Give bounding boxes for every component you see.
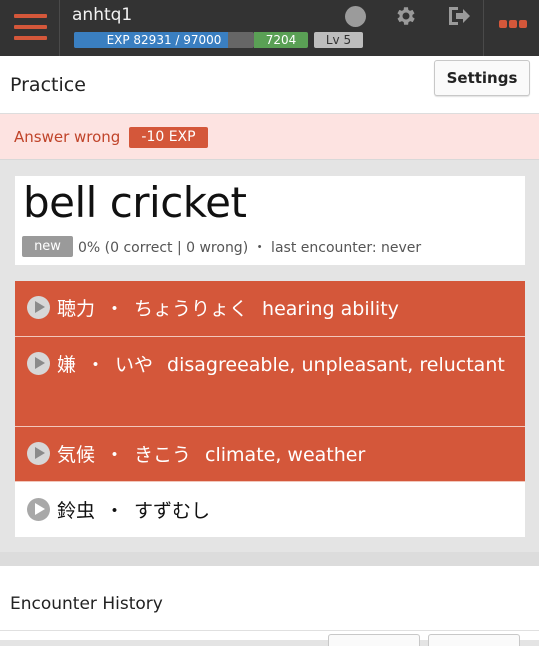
more-icon bbox=[499, 20, 507, 28]
answer-text: 気候・きこう climate, weather bbox=[57, 440, 365, 467]
history-control[interactable] bbox=[328, 634, 420, 646]
answer-kana: ちょうりょく bbox=[134, 298, 249, 320]
menu-icon-bar bbox=[14, 25, 47, 29]
answer-kana: きこう bbox=[134, 444, 192, 466]
word-title: bell cricket bbox=[23, 178, 247, 227]
gear-icon[interactable] bbox=[394, 4, 418, 28]
answer-option[interactable]: 聴力・ちょうりょく hearing ability bbox=[15, 281, 525, 337]
menu-icon-bar bbox=[14, 36, 47, 40]
encounter-history-section: Encounter History bbox=[0, 566, 539, 646]
more-icon-dot bbox=[519, 20, 527, 28]
answer-list: 聴力・ちょうりょく hearing ability 嫌・いや disagreeabl… bbox=[15, 281, 525, 537]
status-dot-icon[interactable] bbox=[345, 6, 366, 27]
answer-separator: ・ bbox=[86, 354, 106, 376]
play-audio-icon[interactable] bbox=[27, 442, 50, 465]
word-card: bell cricket new 0% (0 correct | 0 wrong… bbox=[15, 176, 525, 265]
status-badge: new bbox=[22, 236, 73, 257]
answer-kana: いや bbox=[115, 354, 154, 376]
answer-option[interactable]: 気候・きこう climate, weather bbox=[15, 427, 525, 482]
answer-text: 嫌・いや disagreeable, unpleasant, reluctant bbox=[57, 350, 505, 377]
history-control[interactable] bbox=[428, 634, 520, 646]
page-title: Practice bbox=[10, 74, 86, 96]
answer-option[interactable]: 嫌・いや disagreeable, unpleasant, reluctant bbox=[15, 337, 525, 427]
username[interactable]: anhtq1 bbox=[72, 5, 132, 25]
answer-text: 鈴虫・すずむし bbox=[57, 496, 224, 523]
answer-meaning: disagreeable, unpleasant, reluctant bbox=[167, 354, 505, 376]
answer-separator: ・ bbox=[105, 298, 125, 320]
answer-separator: ・ bbox=[105, 444, 125, 466]
exp-text: EXP 82931 / 97000 bbox=[106, 33, 222, 47]
section-divider bbox=[0, 552, 539, 566]
logout-icon[interactable] bbox=[447, 5, 471, 27]
answer-option-correct[interactable]: 鈴虫・すずむし bbox=[15, 482, 525, 537]
more-button[interactable] bbox=[483, 0, 539, 56]
play-audio-icon[interactable] bbox=[27, 498, 50, 521]
answer-kanji: 気候 bbox=[57, 444, 96, 466]
play-audio-icon[interactable] bbox=[27, 352, 50, 375]
settings-button[interactable]: Settings bbox=[434, 60, 530, 96]
answer-text: 聴力・ちょうりょく hearing ability bbox=[57, 294, 399, 321]
menu-icon bbox=[14, 14, 47, 18]
answer-meaning: climate, weather bbox=[205, 444, 366, 466]
answer-kanji: 聴力 bbox=[57, 298, 96, 320]
top-bar: anhtq1 EXP 82931 / 97000 7204 Lv 5 bbox=[0, 0, 539, 56]
page-header: Practice Settings bbox=[0, 56, 539, 114]
exp-change-badge: -10 EXP bbox=[129, 127, 208, 148]
word-stats: 0% (0 correct | 0 wrong) ・ last encounte… bbox=[78, 240, 422, 256]
answer-separator: ・ bbox=[105, 500, 125, 522]
more-icon-dot bbox=[509, 20, 517, 28]
answer-meaning: hearing ability bbox=[262, 298, 399, 320]
exp-progress-bar: EXP 82931 / 97000 bbox=[74, 32, 254, 48]
divider bbox=[0, 630, 539, 631]
answer-kanji: 嫌 bbox=[57, 354, 77, 376]
answer-kana: すずむし bbox=[134, 500, 211, 522]
answer-kanji: 鈴虫 bbox=[57, 500, 96, 522]
menu-button[interactable] bbox=[0, 0, 60, 56]
play-audio-icon[interactable] bbox=[27, 296, 50, 319]
alert-text: Answer wrong bbox=[14, 128, 121, 146]
answer-feedback-alert: Answer wrong -10 EXP bbox=[0, 114, 539, 160]
gold-badge: 7204 bbox=[254, 32, 308, 48]
section-title: Encounter History bbox=[10, 594, 163, 614]
level-badge: Lv 5 bbox=[314, 32, 363, 48]
